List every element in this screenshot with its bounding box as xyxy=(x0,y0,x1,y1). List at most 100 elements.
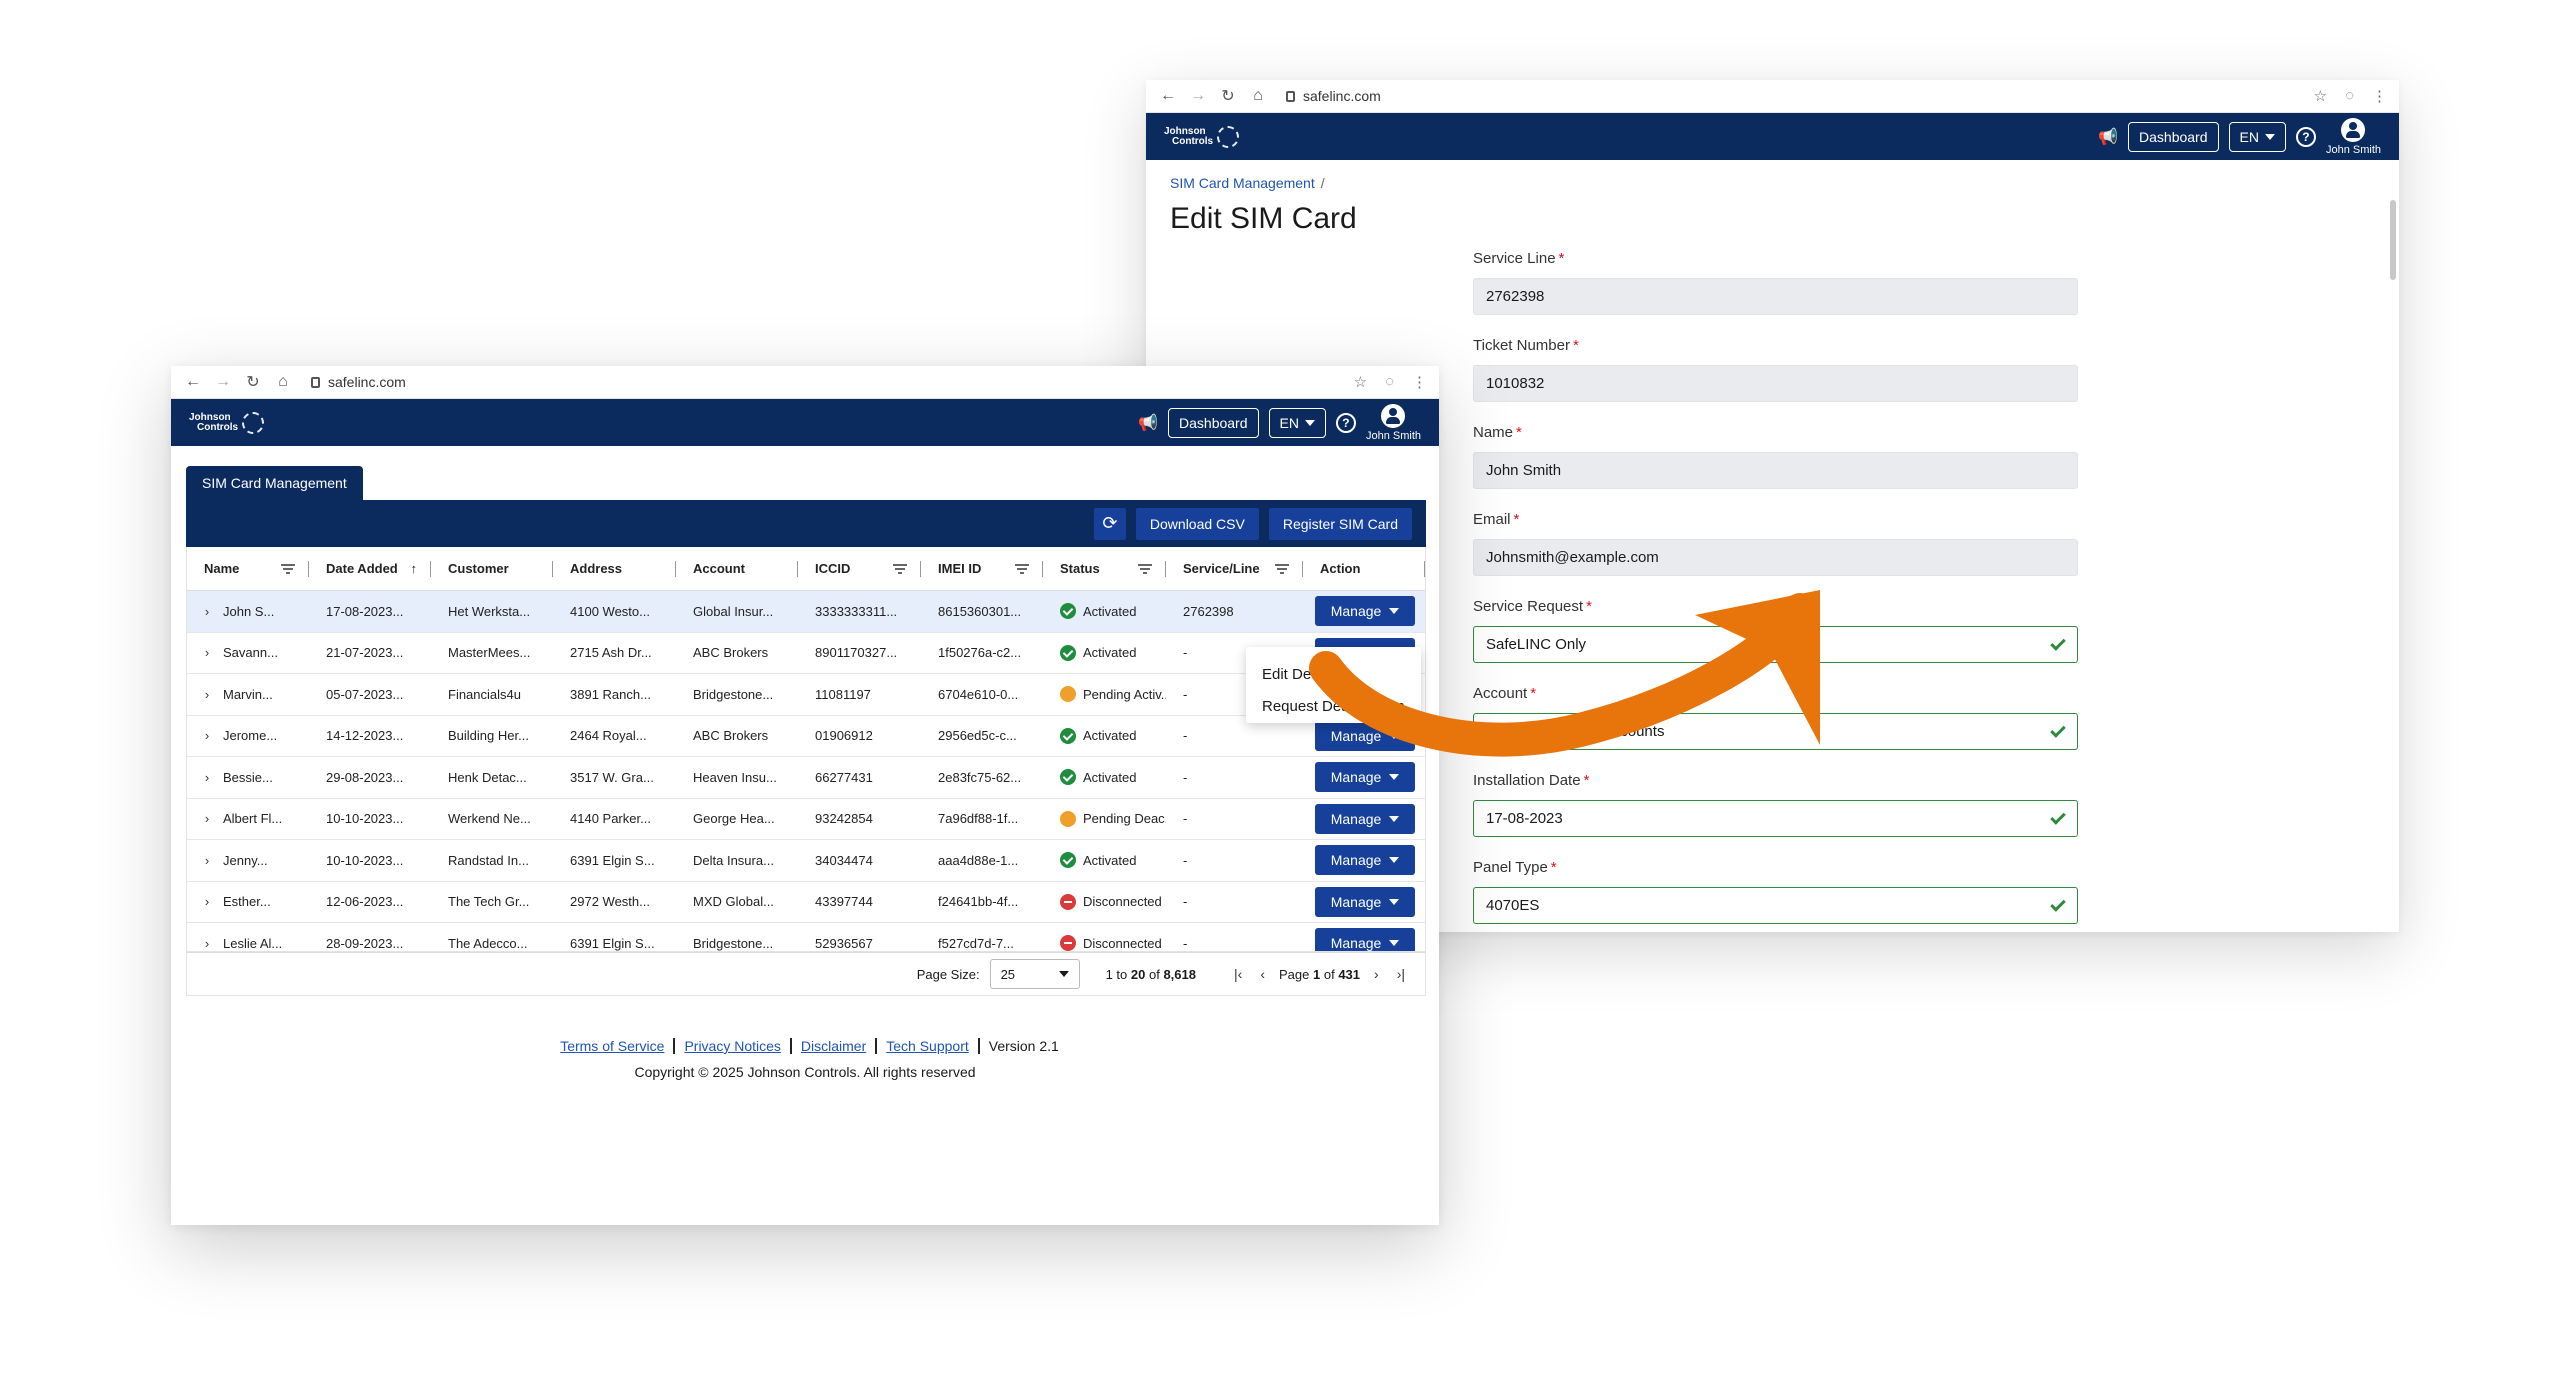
service-line-input[interactable]: 2762398 xyxy=(1473,278,2078,315)
expand-row-icon[interactable]: › xyxy=(195,645,219,660)
sim-card-table: Name Date Added ↑ Customer Address Accoun… xyxy=(186,547,1426,952)
star-icon[interactable]: ☆ xyxy=(1354,373,1367,391)
star-icon[interactable]: ☆ xyxy=(2314,87,2327,105)
header-imei-id[interactable]: IMEI ID xyxy=(921,547,1043,590)
table-row[interactable]: › Albert Fl... 10-10-2023... Werkend Ne... 4… xyxy=(187,799,1425,840)
tab-sim-card-management[interactable]: SIM Card Management xyxy=(186,466,363,500)
header-customer[interactable]: Customer xyxy=(431,547,553,590)
table-row[interactable]: › Jenny... 10-10-2023... Randstad In... 6391… xyxy=(187,840,1425,882)
johnson-controls-logo[interactable]: Johnson Controls xyxy=(1164,125,1240,148)
kebab-menu-icon[interactable]: ⋮ xyxy=(1412,373,1427,391)
help-icon[interactable]: ? xyxy=(1335,412,1356,433)
table-row[interactable]: › Savann... 21-07-2023... MasterMees... 2715… xyxy=(187,633,1425,674)
cell-imei: 1f50276a-c2... xyxy=(938,645,1022,661)
scrollbar[interactable] xyxy=(2390,200,2396,280)
filter-icon[interactable] xyxy=(281,563,295,574)
menu-item-request-deactivation[interactable]: Request Deactivation xyxy=(1262,691,1405,723)
cell-account: ABC Brokers xyxy=(693,728,769,744)
header-address[interactable]: Address xyxy=(553,547,676,590)
expand-row-icon[interactable]: › xyxy=(195,894,219,909)
sort-asc-icon[interactable]: ↑ xyxy=(411,561,418,576)
chevron-down-icon xyxy=(1389,815,1400,822)
table-row[interactable]: › Esther... 12-06-2023... The Tech Gr... 297… xyxy=(187,882,1425,923)
privacy-link[interactable]: Privacy Notices xyxy=(675,1038,792,1054)
download-csv-button[interactable]: Download CSV xyxy=(1135,507,1259,540)
home-icon[interactable]: ⌂ xyxy=(1248,87,1268,105)
announcement-icon[interactable]: 📢 xyxy=(1138,413,1158,433)
announcement-icon[interactable]: 📢 xyxy=(2098,127,2118,147)
manage-button[interactable]: Manage xyxy=(1315,762,1415,793)
table-row[interactable]: › John S... 17-08-2023... Het Werksta... 410… xyxy=(187,591,1425,633)
reload-icon[interactable]: ↻ xyxy=(243,372,263,392)
panel-type-select[interactable]: 4070ES xyxy=(1473,887,2078,924)
forward-icon[interactable]: → xyxy=(1188,87,1208,105)
expand-row-icon[interactable]: › xyxy=(195,936,219,951)
disclaimer-link[interactable]: Disclaimer xyxy=(792,1038,878,1054)
table-row[interactable]: › Bessie... 29-08-2023... Henk Detac... 3517… xyxy=(187,757,1425,799)
manage-button[interactable]: Manage xyxy=(1315,720,1415,751)
table-row[interactable]: › Leslie Al... 28-09-2023... The Adecco... 6… xyxy=(187,923,1425,951)
table-row[interactable]: › Jerome... 14-12-2023... Building Her... 24… xyxy=(187,716,1425,757)
user-menu[interactable]: John Smith xyxy=(1366,403,1421,442)
language-select[interactable]: EN xyxy=(1268,407,1326,438)
ticket-number-input[interactable]: 1010832 xyxy=(1473,365,2078,402)
filter-icon[interactable] xyxy=(1275,563,1289,574)
header-service-line[interactable]: Service/Line xyxy=(1166,547,1303,590)
first-page-icon[interactable]: |‹ xyxy=(1230,966,1246,982)
refresh-icon[interactable]: ⟳ xyxy=(1093,507,1126,540)
menu-item-edit-details[interactable]: Edit Details xyxy=(1262,659,1405,691)
terms-link[interactable]: Terms of Service xyxy=(551,1038,676,1054)
dashboard-button[interactable]: Dashboard xyxy=(1168,407,1259,438)
kebab-menu-icon[interactable]: ⋮ xyxy=(2372,87,2387,105)
manage-button[interactable]: Manage xyxy=(1315,596,1415,627)
table-row[interactable]: › Marvin... 05-07-2023... Financials4u 3891 … xyxy=(187,674,1425,716)
expand-row-icon[interactable]: › xyxy=(195,604,219,619)
header-account[interactable]: Account xyxy=(676,547,798,590)
home-icon[interactable]: ⌂ xyxy=(273,373,293,391)
service-request-select[interactable]: SafeLINC Only xyxy=(1473,626,2078,663)
profile-icon[interactable]: ◌ xyxy=(2345,87,2354,105)
cell-iccid: 8901170327... xyxy=(815,645,898,661)
expand-row-icon[interactable]: › xyxy=(195,728,219,743)
manage-button[interactable]: Manage xyxy=(1315,803,1415,834)
filter-icon[interactable] xyxy=(1138,563,1152,574)
installation-date-input[interactable]: 17-08-2023 xyxy=(1473,800,2078,837)
tech-support-link[interactable]: Tech Support xyxy=(877,1038,980,1054)
expand-row-icon[interactable]: › xyxy=(195,687,219,702)
expand-row-icon[interactable]: › xyxy=(195,811,219,826)
header-status[interactable]: Status xyxy=(1043,547,1166,590)
breadcrumb-link[interactable]: SIM Card Management xyxy=(1170,175,1315,191)
back-icon[interactable]: ← xyxy=(183,373,203,391)
profile-icon[interactable]: ◌ xyxy=(1385,373,1394,391)
address-bar[interactable]: safelinc.com xyxy=(1286,88,1381,104)
help-icon[interactable]: ? xyxy=(2295,126,2316,147)
address-bar[interactable]: safelinc.com xyxy=(311,374,406,390)
cell-action: Manage xyxy=(1303,720,1425,751)
email-input[interactable]: Johnsmith@example.com xyxy=(1473,539,2078,576)
account-select[interactable]: Global Insurance Accounts xyxy=(1473,713,2078,750)
expand-row-icon[interactable]: › xyxy=(195,853,219,868)
expand-row-icon[interactable]: › xyxy=(195,770,219,785)
last-page-icon[interactable]: ›| xyxy=(1393,966,1409,982)
header-iccid[interactable]: ICCID xyxy=(798,547,921,590)
register-sim-card-button[interactable]: Register SIM Card xyxy=(1268,507,1412,540)
dashboard-button[interactable]: Dashboard xyxy=(2128,121,2219,152)
johnson-controls-logo[interactable]: Johnson Controls xyxy=(189,411,265,434)
header-date-added[interactable]: Date Added ↑ xyxy=(309,547,431,590)
name-input[interactable]: John Smith xyxy=(1473,452,2078,489)
language-select[interactable]: EN xyxy=(2228,121,2286,152)
filter-icon[interactable] xyxy=(893,563,907,574)
prev-page-icon[interactable]: ‹ xyxy=(1256,966,1269,982)
page-size-select[interactable]: 25 xyxy=(989,959,1080,989)
manage-button[interactable]: Manage xyxy=(1315,886,1415,917)
back-icon[interactable]: ← xyxy=(1158,87,1178,105)
user-menu[interactable]: John Smith xyxy=(2326,117,2381,156)
header-name[interactable]: Name xyxy=(187,547,309,590)
manage-button[interactable]: Manage xyxy=(1315,845,1415,876)
forward-icon[interactable]: → xyxy=(213,373,233,391)
manage-button[interactable]: Manage xyxy=(1315,928,1415,951)
filter-icon[interactable] xyxy=(1015,563,1029,574)
language-value: EN xyxy=(2239,128,2259,145)
next-page-icon[interactable]: › xyxy=(1370,966,1383,982)
reload-icon[interactable]: ↻ xyxy=(1218,86,1238,106)
